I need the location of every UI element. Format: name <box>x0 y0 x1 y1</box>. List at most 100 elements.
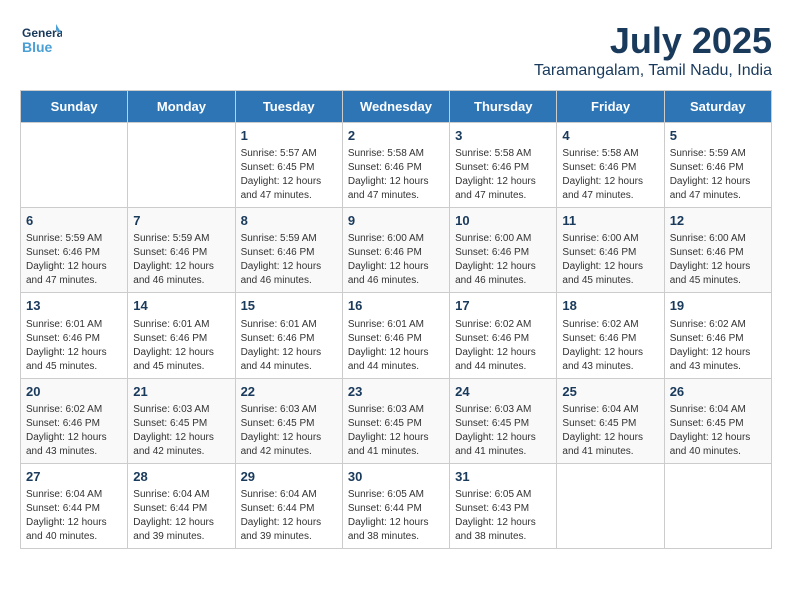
weekday-header-monday: Monday <box>128 91 235 123</box>
calendar-cell: 13Sunrise: 6:01 AMSunset: 6:46 PMDayligh… <box>21 293 128 378</box>
day-info: Sunrise: 6:02 AMSunset: 6:46 PMDaylight:… <box>455 318 551 374</box>
day-info: Sunrise: 6:02 AMSunset: 6:46 PMDaylight:… <box>562 318 658 374</box>
day-info: Sunrise: 6:01 AMSunset: 6:46 PMDaylight:… <box>348 318 444 374</box>
day-info: Sunrise: 6:00 AMSunset: 6:46 PMDaylight:… <box>455 232 551 288</box>
calendar-cell: 15 Sunrise: 6:01 AMSunset: 6:46 PMDayligh… <box>235 293 342 378</box>
calendar-cell: 25 Sunrise: 6:04 AMSunset: 6:45 PMDayligh… <box>557 378 664 463</box>
calendar-cell: 14 Sunrise: 6:01 AMSunset: 6:46 PMDayligh… <box>128 293 235 378</box>
calendar-cell: 8 Sunrise: 5:59 AMSunset: 6:46 PMDaylight… <box>235 208 342 293</box>
day-info: Sunrise: 6:04 AMSunset: 6:44 PMDaylight:… <box>133 488 229 544</box>
day-info: Sunrise: 6:00 AMSunset: 6:46 PMDaylight:… <box>562 232 658 288</box>
calendar-cell: 2 Sunrise: 5:58 AMSunset: 6:46 PMDaylight… <box>342 123 449 208</box>
day-number: 21 <box>133 383 229 401</box>
calendar-cell: 26Sunrise: 6:04 AMSunset: 6:45 PMDayligh… <box>664 378 771 463</box>
calendar-week-row: 6 Sunrise: 5:59 AMSunset: 6:46 PMDaylight… <box>21 208 772 293</box>
day-number: 28 <box>133 468 229 486</box>
calendar-cell: 31Sunrise: 6:05 AMSunset: 6:43 PMDayligh… <box>450 463 557 548</box>
calendar-cell: 27 Sunrise: 6:04 AMSunset: 6:44 PMDayligh… <box>21 463 128 548</box>
calendar-week-row: 27 Sunrise: 6:04 AMSunset: 6:44 PMDayligh… <box>21 463 772 548</box>
calendar-cell: 18 Sunrise: 6:02 AMSunset: 6:46 PMDayligh… <box>557 293 664 378</box>
calendar-cell <box>664 463 771 548</box>
day-number: 26 <box>670 383 766 401</box>
day-number: 5 <box>670 127 766 145</box>
day-number: 25 <box>562 383 658 401</box>
day-info: Sunrise: 6:01 AMSunset: 6:46 PMDaylight:… <box>241 318 337 374</box>
day-info: Sunrise: 6:03 AMSunset: 6:45 PMDaylight:… <box>133 403 229 459</box>
day-info: Sunrise: 6:03 AMSunset: 6:45 PMDaylight:… <box>241 403 337 459</box>
day-info: Sunrise: 6:04 AMSunset: 6:44 PMDaylight:… <box>241 488 337 544</box>
day-number: 11 <box>562 212 658 230</box>
title-area: July 2025 Taramangalam, Tamil Nadu, Indi… <box>534 20 772 80</box>
calendar-week-row: 1Sunrise: 5:57 AMSunset: 6:45 PMDaylight… <box>21 123 772 208</box>
calendar-cell: 22 Sunrise: 6:03 AMSunset: 6:45 PMDayligh… <box>235 378 342 463</box>
day-number: 6 <box>26 212 122 230</box>
day-number: 12 <box>670 212 766 230</box>
day-number: 23 <box>348 383 444 401</box>
weekday-header-saturday: Saturday <box>664 91 771 123</box>
calendar-cell: 24 Sunrise: 6:03 AMSunset: 6:45 PMDayligh… <box>450 378 557 463</box>
calendar-cell: 23 Sunrise: 6:03 AMSunset: 6:45 PMDayligh… <box>342 378 449 463</box>
calendar-cell: 16 Sunrise: 6:01 AMSunset: 6:46 PMDayligh… <box>342 293 449 378</box>
day-number: 2 <box>348 127 444 145</box>
calendar-cell: 10 Sunrise: 6:00 AMSunset: 6:46 PMDayligh… <box>450 208 557 293</box>
calendar-cell: 28 Sunrise: 6:04 AMSunset: 6:44 PMDayligh… <box>128 463 235 548</box>
svg-text:Blue: Blue <box>22 39 53 55</box>
weekday-header-wednesday: Wednesday <box>342 91 449 123</box>
day-info: Sunrise: 6:03 AMSunset: 6:45 PMDaylight:… <box>348 403 444 459</box>
day-info: Sunrise: 6:00 AMSunset: 6:46 PMDaylight:… <box>348 232 444 288</box>
subtitle: Taramangalam, Tamil Nadu, India <box>534 62 772 80</box>
calendar-cell: 3 Sunrise: 5:58 AMSunset: 6:46 PMDaylight… <box>450 123 557 208</box>
day-number: 16 <box>348 297 444 315</box>
calendar-cell: 1Sunrise: 5:57 AMSunset: 6:45 PMDaylight… <box>235 123 342 208</box>
calendar-cell: 29 Sunrise: 6:04 AMSunset: 6:44 PMDayligh… <box>235 463 342 548</box>
calendar-cell: 6 Sunrise: 5:59 AMSunset: 6:46 PMDaylight… <box>21 208 128 293</box>
day-info: Sunrise: 6:00 AMSunset: 6:46 PMDaylight:… <box>670 232 766 288</box>
day-info: Sunrise: 6:02 AMSunset: 6:46 PMDaylight:… <box>670 318 766 374</box>
day-number: 22 <box>241 383 337 401</box>
calendar-cell: 7Sunrise: 5:59 AMSunset: 6:46 PMDaylight… <box>128 208 235 293</box>
weekday-header-tuesday: Tuesday <box>235 91 342 123</box>
calendar-cell: 17 Sunrise: 6:02 AMSunset: 6:46 PMDayligh… <box>450 293 557 378</box>
day-info: Sunrise: 5:59 AMSunset: 6:46 PMDaylight:… <box>670 147 766 203</box>
calendar-week-row: 20Sunrise: 6:02 AMSunset: 6:46 PMDayligh… <box>21 378 772 463</box>
day-number: 9 <box>348 212 444 230</box>
day-info: Sunrise: 6:03 AMSunset: 6:45 PMDaylight:… <box>455 403 551 459</box>
day-number: 27 <box>26 468 122 486</box>
calendar-cell: 9 Sunrise: 6:00 AMSunset: 6:46 PMDaylight… <box>342 208 449 293</box>
calendar-week-row: 13 Sunrise: 6:01 AMSunset: 6:46 PMDayligh… <box>21 293 772 378</box>
day-number: 31 <box>455 468 551 486</box>
calendar: SundayMondayTuesdayWednesdayThursdayFrid… <box>20 90 772 549</box>
calendar-cell: 20Sunrise: 6:02 AMSunset: 6:46 PMDayligh… <box>21 378 128 463</box>
day-info: Sunrise: 6:04 AMSunset: 6:44 PMDaylight:… <box>26 488 122 544</box>
day-number: 13 <box>26 297 122 315</box>
day-info: Sunrise: 5:59 AMSunset: 6:46 PMDaylight:… <box>26 232 122 288</box>
calendar-cell <box>557 463 664 548</box>
header: General Blue July 2025 Taramangalam, Tam… <box>20 20 772 80</box>
weekday-header-thursday: Thursday <box>450 91 557 123</box>
day-number: 29 <box>241 468 337 486</box>
day-info: Sunrise: 6:05 AMSunset: 6:44 PMDaylight:… <box>348 488 444 544</box>
day-info: Sunrise: 6:04 AMSunset: 6:45 PMDaylight:… <box>562 403 658 459</box>
calendar-cell: 21 Sunrise: 6:03 AMSunset: 6:45 PMDayligh… <box>128 378 235 463</box>
day-number: 18 <box>562 297 658 315</box>
calendar-cell: 4Sunrise: 5:58 AMSunset: 6:46 PMDaylight… <box>557 123 664 208</box>
day-info: Sunrise: 5:57 AMSunset: 6:45 PMDaylight:… <box>241 147 337 203</box>
weekday-header-friday: Friday <box>557 91 664 123</box>
day-number: 10 <box>455 212 551 230</box>
day-number: 8 <box>241 212 337 230</box>
day-number: 17 <box>455 297 551 315</box>
calendar-cell <box>21 123 128 208</box>
day-number: 24 <box>455 383 551 401</box>
day-number: 14 <box>133 297 229 315</box>
day-info: Sunrise: 6:01 AMSunset: 6:46 PMDaylight:… <box>133 318 229 374</box>
main-title: July 2025 <box>534 20 772 62</box>
day-info: Sunrise: 5:58 AMSunset: 6:46 PMDaylight:… <box>348 147 444 203</box>
day-info: Sunrise: 5:59 AMSunset: 6:46 PMDaylight:… <box>241 232 337 288</box>
day-number: 3 <box>455 127 551 145</box>
day-number: 15 <box>241 297 337 315</box>
day-info: Sunrise: 5:59 AMSunset: 6:46 PMDaylight:… <box>133 232 229 288</box>
day-number: 19 <box>670 297 766 315</box>
calendar-cell: 5 Sunrise: 5:59 AMSunset: 6:46 PMDaylight… <box>664 123 771 208</box>
day-info: Sunrise: 5:58 AMSunset: 6:46 PMDaylight:… <box>455 147 551 203</box>
logo-svg: General Blue <box>20 20 62 62</box>
